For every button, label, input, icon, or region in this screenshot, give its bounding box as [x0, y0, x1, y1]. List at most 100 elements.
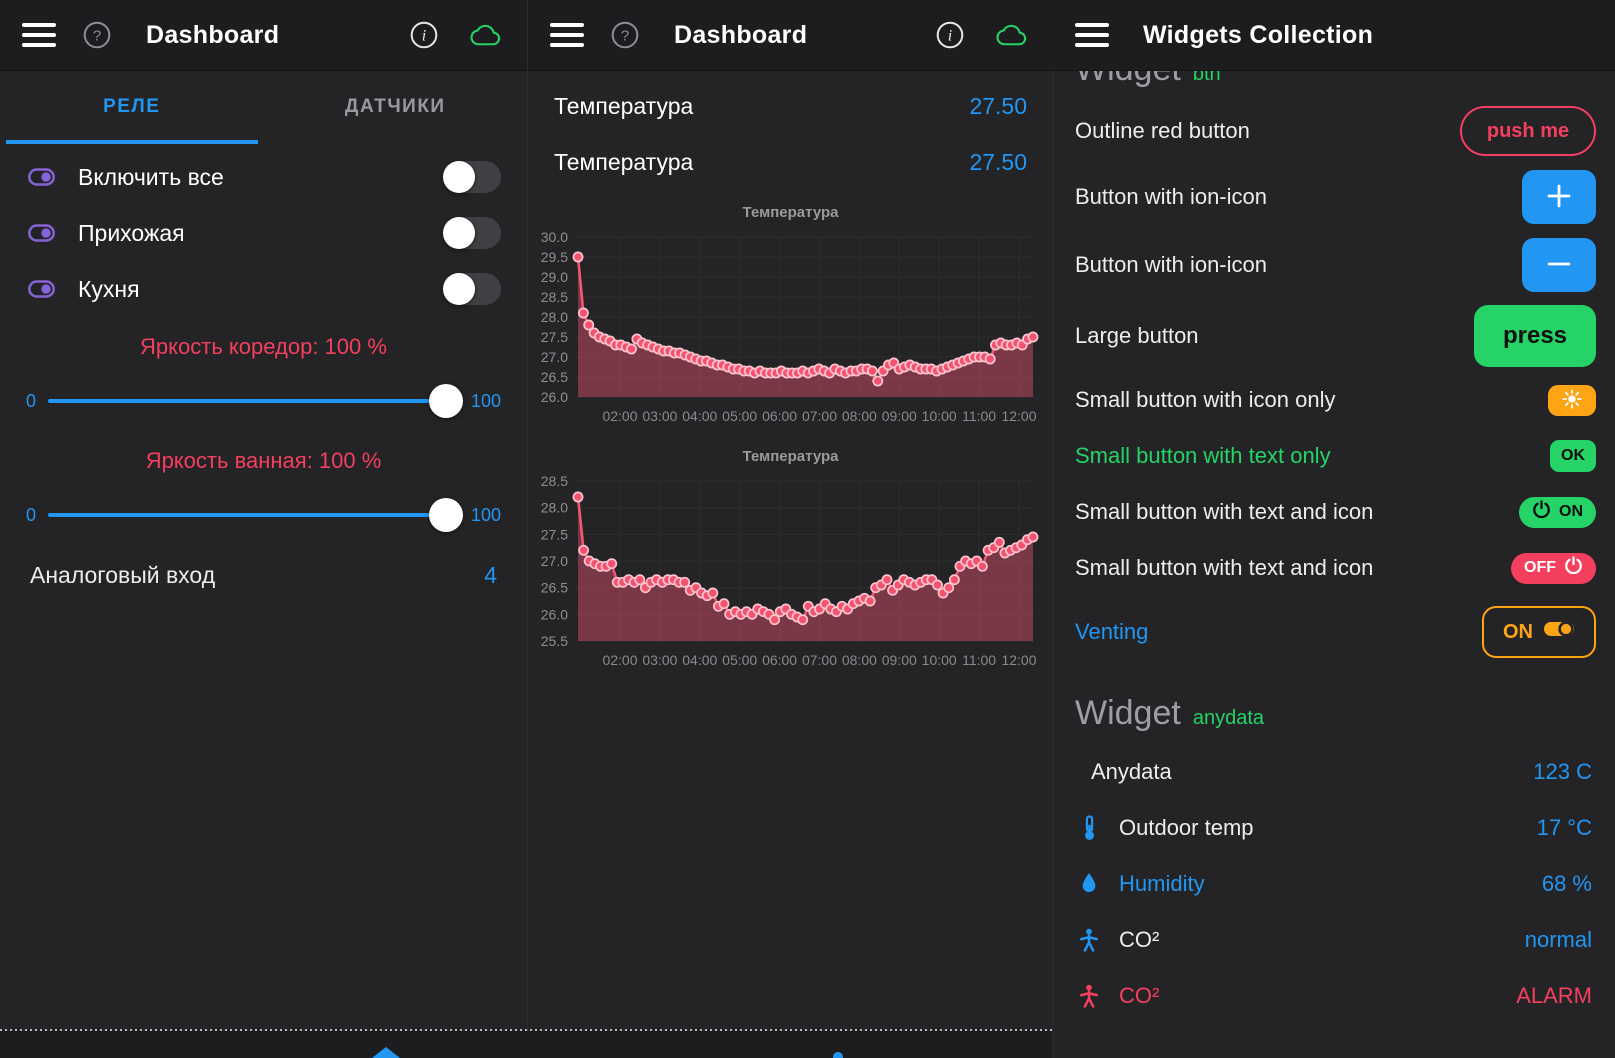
svg-text:28.0: 28.0	[541, 500, 568, 516]
relay-switch-list: Включить всеПрихожаяКухня	[0, 149, 527, 317]
svg-text:07:00: 07:00	[802, 408, 837, 424]
anydata-row: CO²ALARM	[1053, 968, 1615, 1024]
svg-text:27.0: 27.0	[541, 349, 568, 365]
slider-track-fill	[48, 513, 459, 517]
off-button[interactable]: OFF	[1511, 553, 1596, 584]
help-icon[interactable]: ?	[82, 20, 112, 50]
slider-knob[interactable]	[429, 498, 463, 532]
blue-triangle-peek	[372, 1047, 400, 1058]
widget-row: Outline red buttonpush me	[1053, 98, 1615, 164]
tab-rele[interactable]: РЕЛЕ	[0, 70, 264, 144]
push-me-button[interactable]: push me	[1460, 106, 1596, 156]
page-title: Dashboard	[674, 21, 807, 50]
svg-text:12:00: 12:00	[1001, 652, 1036, 668]
svg-text:02:00: 02:00	[602, 652, 637, 668]
brightness-slider-bath: 0 100	[0, 479, 527, 551]
svg-text:04:00: 04:00	[682, 408, 717, 424]
temperature-row: Температура 27.50	[528, 78, 1053, 134]
info-icon[interactable]: i	[409, 20, 439, 50]
svg-text:09:00: 09:00	[882, 408, 917, 424]
svg-text:27.5: 27.5	[541, 526, 568, 542]
cloud-status-icon[interactable]	[465, 20, 505, 50]
slider-track[interactable]	[48, 383, 459, 419]
help-icon[interactable]: ?	[610, 20, 640, 50]
svg-text:29.5: 29.5	[541, 249, 568, 265]
panel-widgets-collection: Widgets Collection Widget btn Outline re…	[1052, 0, 1615, 1058]
person-icon	[1075, 928, 1103, 953]
slider-knob[interactable]	[429, 384, 463, 418]
relay-switch[interactable]	[443, 217, 501, 249]
left-header: ? Dashboard i	[0, 0, 527, 70]
button-label: press	[1503, 322, 1567, 350]
svg-text:28.0: 28.0	[541, 309, 568, 325]
middle-header: ? Dashboard i	[528, 0, 1053, 70]
temperature-chart-1: Температура02:0003:0004:0005:0006:0007:0…	[528, 204, 1053, 434]
widget-row-label: Button with ion-icon	[1075, 252, 1267, 278]
minus-icon	[1543, 248, 1575, 283]
relay-switch[interactable]	[443, 273, 501, 305]
temperature-label: Температура	[554, 93, 693, 120]
button-label: OFF	[1524, 559, 1556, 577]
chart-title: Температура	[528, 204, 1053, 221]
svg-text:?: ?	[621, 28, 629, 45]
svg-text:26.0: 26.0	[541, 606, 568, 622]
plus-button[interactable]	[1522, 170, 1596, 224]
ok-button[interactable]: OK	[1550, 440, 1596, 472]
svg-text:10:00: 10:00	[922, 652, 957, 668]
venting-toggle-button[interactable]: ON	[1482, 606, 1596, 658]
widget-row: Small button with text onlyOK	[1053, 428, 1615, 484]
info-icon[interactable]: i	[935, 20, 965, 50]
widget-row: Button with ion-icon	[1053, 164, 1615, 230]
middle-content: Температура 27.50 Температура 27.50 Темп…	[528, 70, 1053, 1058]
section-heading-title: Widget	[1075, 70, 1181, 89]
anydata-row: Outdoor temp17 °C	[1053, 800, 1615, 856]
slider-label-bath: Яркость ванная: 100 %	[0, 443, 527, 479]
widget-row-label: Large button	[1075, 323, 1199, 349]
section-heading-anydata: Widget anydata	[1053, 694, 1615, 744]
relay-switch[interactable]	[443, 161, 501, 193]
widget-row: Large button press	[1053, 300, 1615, 372]
anydata-row: Humidity68 %	[1053, 856, 1615, 912]
relay-row: Кухня	[0, 261, 527, 317]
button-label: push me	[1487, 120, 1569, 143]
app-root: ? Dashboard i РЕЛЕ ДАТЧИКИ Включить всеП…	[0, 0, 1615, 1058]
svg-text:05:00: 05:00	[722, 408, 757, 424]
right-header: Widgets Collection	[1053, 0, 1615, 70]
switch-knob	[443, 217, 475, 249]
svg-text:05:00: 05:00	[722, 652, 757, 668]
tab-datchiki[interactable]: ДАТЧИКИ	[264, 70, 528, 144]
on-button[interactable]: ON	[1519, 497, 1596, 528]
svg-text:26.5: 26.5	[541, 580, 568, 596]
widget-row: VentingON	[1053, 596, 1615, 668]
slider-track-fill	[48, 399, 459, 403]
toggle-on-icon	[1543, 619, 1575, 645]
menu-icon[interactable]	[1075, 23, 1109, 47]
page-title: Widgets Collection	[1143, 21, 1373, 50]
minus-button[interactable]	[1522, 238, 1596, 292]
svg-text:11:00: 11:00	[962, 652, 996, 668]
anydata-value: 123 C	[1533, 759, 1592, 785]
toggle-outline-icon	[26, 168, 56, 186]
anydata-row: CO²normal	[1053, 912, 1615, 968]
svg-text:26.0: 26.0	[541, 389, 568, 405]
svg-text:28.5: 28.5	[541, 289, 568, 305]
toggle-outline-icon	[26, 224, 56, 242]
sun-button[interactable]	[1548, 385, 1596, 416]
svg-text:28.5: 28.5	[541, 473, 568, 489]
switch-knob	[443, 161, 475, 193]
analog-input-label: Аналоговый вход	[30, 562, 215, 589]
slider-track[interactable]	[48, 497, 459, 533]
menu-icon[interactable]	[550, 23, 584, 47]
person-icon	[1075, 984, 1103, 1009]
temperature-chart-2: Температура02:0003:0004:0005:0006:0007:0…	[528, 448, 1053, 678]
anydata-label: Humidity	[1119, 871, 1526, 897]
cloud-status-icon[interactable]	[991, 20, 1031, 50]
svg-text:02:00: 02:00	[602, 408, 637, 424]
chart-plot: 02:0003:0004:0005:0006:0007:0008:0009:00…	[528, 227, 1053, 429]
svg-text:25.5: 25.5	[541, 633, 568, 649]
thermometer-icon	[1075, 815, 1103, 841]
menu-icon[interactable]	[22, 23, 56, 47]
panel-dashboard-relays: ? Dashboard i РЕЛЕ ДАТЧИКИ Включить всеП…	[0, 0, 527, 1058]
press-button[interactable]: press	[1474, 305, 1596, 367]
analog-input-row: Аналоговый вход 4	[0, 551, 527, 599]
